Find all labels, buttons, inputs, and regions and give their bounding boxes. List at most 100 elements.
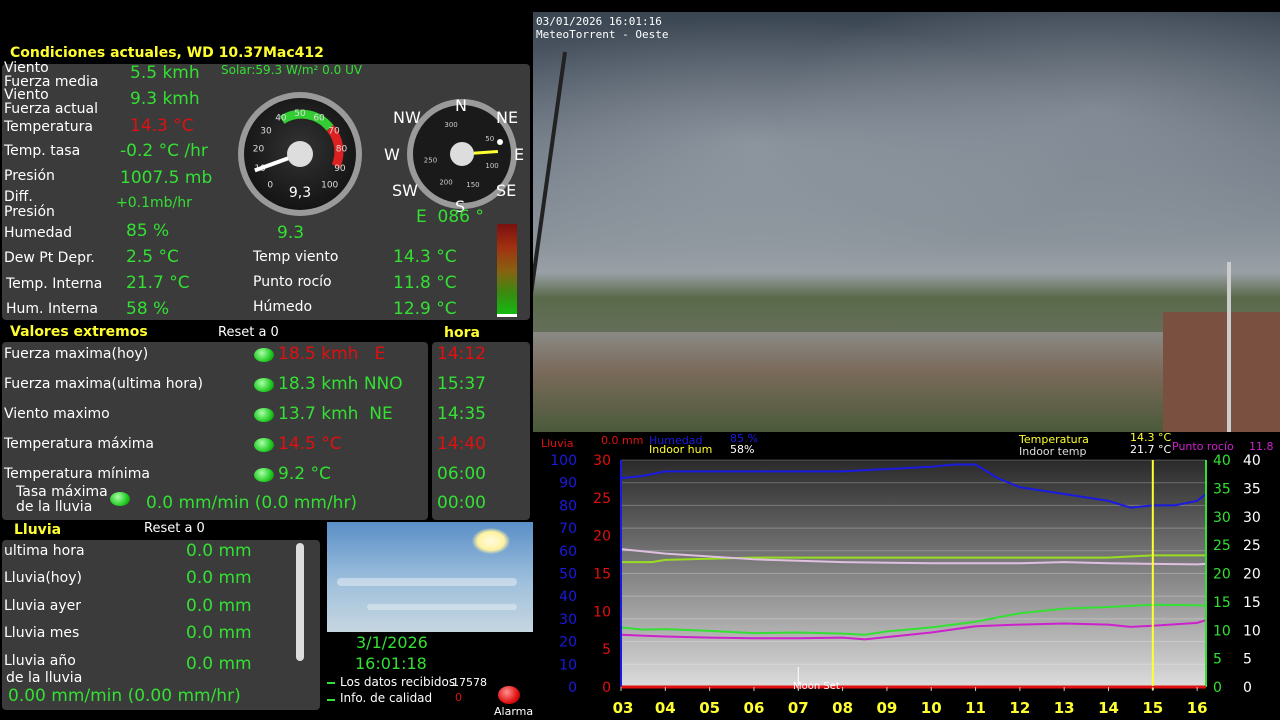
x-tick-label: 13 [1054,699,1075,717]
tasa-time: 00:00 [437,493,486,513]
x-tick-label: 05 [699,699,720,717]
extremo-label: Temperatura máxima [4,436,155,452]
temp-tasa-value: -0.2 °C /hr [120,141,208,161]
x-tick-label: 11 [965,699,986,717]
x-tick-label: 15 [1142,699,1163,717]
gauge-tick-label: 0 [267,181,273,191]
compass-tick-label: 250 [424,157,437,165]
cloud-streak [337,578,517,586]
status-time: 16:01:18 [355,654,427,673]
extremo-value: 14.5 °C [278,434,342,454]
gauge-tick-label: 30 [260,126,272,136]
solar-readout: Solar:59.3 W/m² 0.0 UV [221,63,363,77]
gauge-tick-label: 90 [334,164,346,174]
y-tick-right1: 30 [1213,510,1231,526]
y-tick-humidity: 80 [559,498,577,514]
compass-e: E [514,145,525,164]
extremos-reset-button[interactable]: Reset a 0 [218,325,279,340]
tasa-value: 0.0 mm/min (0.0 mm/hr) [146,493,358,513]
webcam-view: 03/01/2026 16:01:16 MeteoTorrent - Oeste [533,12,1280,432]
y-tick-left2: 0 [602,680,611,696]
fuerza-actual-label: Fuerza actual [4,101,99,117]
camera-caption: MeteoTorrent - Oeste [536,28,669,41]
moon-set-annotation: Moon Set [793,681,840,692]
extremo-time: 15:37 [437,374,486,394]
lluvia-anio-label-1: Lluvia año [4,653,76,669]
humedo-value: 12.9 °C [393,299,457,319]
compass-readout: E 086 ° [416,207,484,227]
status-date: 3/1/2026 [356,633,428,652]
extremo-time: 14:35 [437,404,486,424]
compass-tick-label: 100 [485,162,498,170]
x-tick-label: 16 [1187,699,1208,717]
punto-rocio-label: Punto rocío [253,274,332,290]
temp-interna-label: Temp. Interna [6,276,103,292]
fuerza-actual-value: 9.3 kmh [130,89,200,109]
calidad-label: Info. de calidad [340,691,433,705]
x-tick-label: 06 [744,699,765,717]
lluvia-rate: 0.00 mm/min (0.00 mm/hr) [8,686,241,706]
y-tick-humidity: 50 [559,567,577,583]
compass-tick-label: 200 [439,179,452,187]
y-tick-right2: 20 [1243,567,1261,583]
viento-value: 5.5 kmh [130,63,200,83]
lluvia-scrollbar[interactable] [296,543,304,661]
weather-station-mast [1227,262,1231,432]
lluvia-row-label: Lluvia ayer [4,598,81,614]
temp-viento-label: Temp viento [253,249,339,265]
level-bar-marker [497,314,517,317]
gauge-tick-label: 70 [328,126,340,136]
presion2-label: Presión [4,204,55,220]
calidad-value: 0 [455,691,462,704]
y-tick-humidity: 60 [559,544,577,560]
y-tick-right2: 5 [1243,652,1252,668]
camera-timestamp: 03/01/2026 16:01:16 [536,15,662,28]
punto-rocio-value: 11.8 °C [393,273,457,293]
extremo-time: 14:12 [437,344,486,364]
extremo-label: Fuerza maxima(ultima hora) [4,376,204,392]
alarm-label: Alarma [494,705,534,718]
extremo-label: Temperatura mínima [4,466,150,482]
y-tick-right1: 40 [1213,453,1231,469]
y-tick-right2: 10 [1243,623,1261,639]
compass-w: W [384,145,400,164]
gust-mid-value: 9.3 [277,223,305,243]
compass-nw: NW [393,108,421,127]
y-tick-right2: 25 [1243,538,1261,554]
x-tick-label: 04 [655,699,676,717]
dew-value: 2.5 °C [126,247,179,267]
lluvia-row-label: Lluvia mes [4,625,80,641]
gauge-tick-label: 40 [275,114,287,124]
y-tick-right1: 0 [1213,680,1222,696]
dew-label: Dew Pt Depr. [4,250,95,266]
gauge-tick-label: 80 [336,144,348,154]
cloud-streak [367,604,517,610]
extremo-status-dot [254,438,274,452]
building-right [1163,312,1280,432]
y-tick-humidity: 40 [559,589,577,605]
compass-tick-label: 150 [466,181,479,189]
temp-tasa-label: Temp. tasa [4,143,81,159]
gauge-readout: 9,3 [289,185,311,201]
extremo-time: 14:40 [437,434,486,454]
temperatura-value: 14.3 °C [130,116,194,136]
alarm-light-icon[interactable] [498,686,520,704]
hum-interna-value: 58 % [126,299,170,319]
y-tick-humidity: 90 [559,476,577,492]
y-tick-right2: 0 [1243,680,1252,696]
y-tick-right1: 10 [1213,623,1231,639]
extremo-status-dot [254,468,274,482]
lluvia-row-label: Lluvia(hoy) [4,570,82,586]
y-tick-humidity: 100 [550,453,577,469]
datos-label: Los datos recibidos [340,675,456,689]
gauge-tick-label: 50 [294,109,306,119]
y-tick-right2: 35 [1243,481,1261,497]
legend-lluvia: Lluvia [541,437,574,450]
y-tick-humidity: 0 [568,680,577,696]
lluvia-title: Lluvia [14,522,62,538]
y-tick-humidity: 70 [559,521,577,537]
extremo-value: 13.7 kmh NE [278,404,393,424]
y-tick-left2: 10 [593,604,611,620]
y-tick-right2: 30 [1243,510,1261,526]
lluvia-reset-button[interactable]: Reset a 0 [144,521,205,536]
